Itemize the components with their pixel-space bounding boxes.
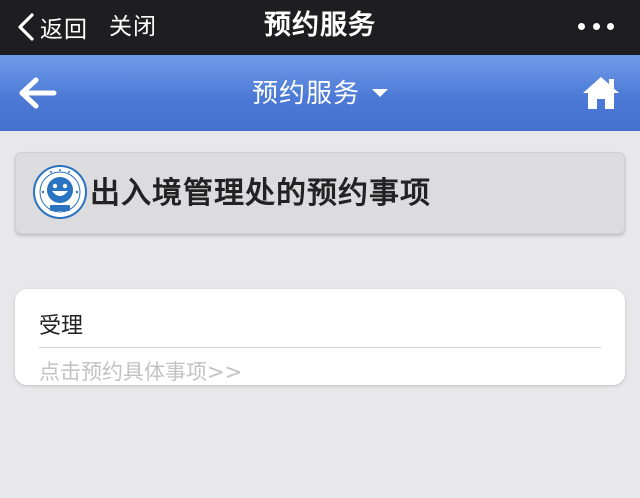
organization-title: 出入境管理处的预约事项 <box>90 176 431 211</box>
book-service-link[interactable]: 点击预约具体事项>> <box>39 358 242 386</box>
wechat-back-label: 返回 <box>40 17 88 43</box>
header-title-dropdown[interactable]: 预约服务 <box>0 77 640 111</box>
home-icon <box>582 77 620 115</box>
service-card[interactable]: 受理 点击预约具体事项>> <box>15 289 625 385</box>
divider <box>39 347 601 348</box>
wechat-page-title: 预约服务 <box>264 10 376 41</box>
smiley-seal-logo <box>33 165 87 219</box>
service-title: 受理 <box>39 314 84 339</box>
wechat-top-bar: 返回 关闭 预约服务 <box>0 0 640 55</box>
more-options-button[interactable] <box>578 19 614 33</box>
wechat-back-button[interactable]: 返回 <box>16 8 88 46</box>
header-title: 预约服务 <box>251 79 360 109</box>
caret-down-icon <box>372 88 388 97</box>
organization-card: 出入境管理处的预约事项 <box>15 152 625 234</box>
home-button[interactable] <box>582 75 620 111</box>
app-header: 预约服务 <box>0 55 640 131</box>
more-dots-icon <box>578 22 585 30</box>
chevron-left-icon <box>16 12 36 42</box>
wechat-close-button[interactable]: 关闭 <box>109 8 157 46</box>
